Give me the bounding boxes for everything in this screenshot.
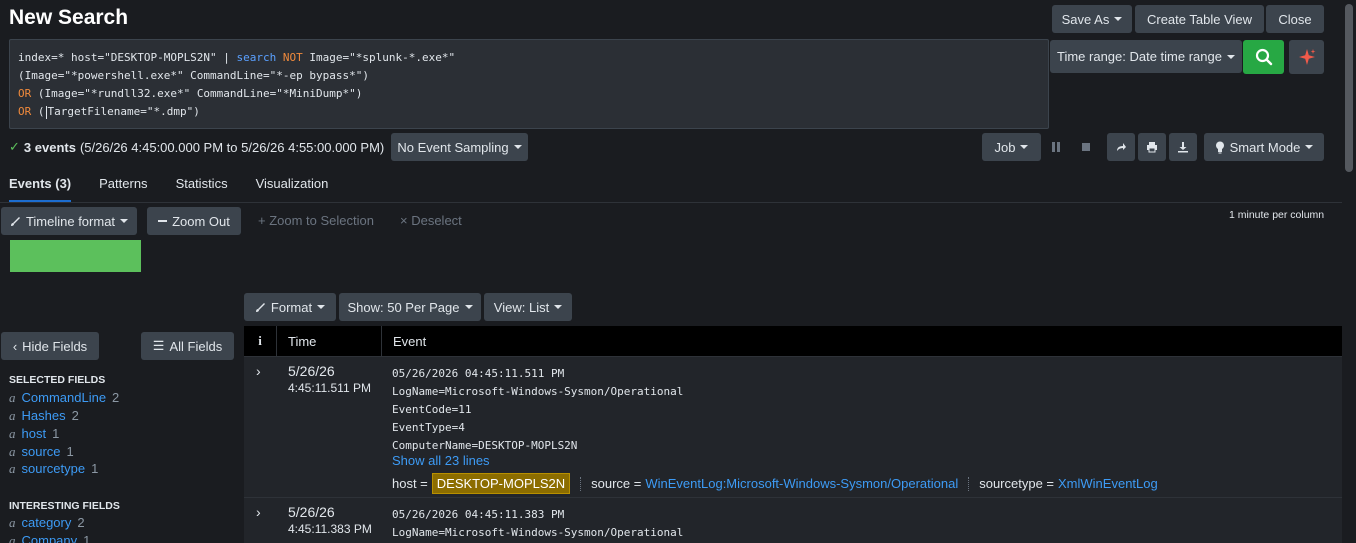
dotted-separator bbox=[968, 476, 970, 491]
search-mode-dropdown[interactable]: Smart Mode bbox=[1204, 133, 1324, 161]
event-sampling-dropdown[interactable]: No Event Sampling bbox=[391, 133, 528, 161]
tab-statistics[interactable]: Statistics bbox=[176, 176, 228, 203]
query-line-3: OR (Image="*rundll32.exe*" CommandLine="… bbox=[18, 87, 363, 100]
save-as-button[interactable]: Save As bbox=[1052, 5, 1132, 33]
dotted-separator bbox=[580, 476, 582, 491]
show-all-lines-link[interactable]: Show all 23 lines bbox=[392, 453, 490, 468]
tab-events[interactable]: Events (3) bbox=[9, 176, 72, 203]
lightbulb-icon bbox=[1215, 141, 1224, 153]
table-header: i Time Event bbox=[244, 326, 1342, 356]
source-value[interactable]: WinEventLog:Microsoft-Windows-Sysmon/Ope… bbox=[645, 476, 958, 491]
column-header-info[interactable]: i bbox=[244, 326, 277, 356]
search-icon bbox=[1255, 48, 1272, 66]
check-icon: ✓ bbox=[9, 139, 20, 154]
format-dropdown[interactable]: Format bbox=[244, 293, 336, 321]
export-button[interactable] bbox=[1169, 133, 1197, 161]
field-item[interactable]: a sourcetype 1 bbox=[9, 461, 98, 477]
caret-down-icon bbox=[1305, 145, 1314, 149]
tab-visualization[interactable]: Visualization bbox=[256, 176, 329, 203]
time-range-picker[interactable]: Time range: Date time range bbox=[1050, 40, 1242, 73]
list-icon: ☰ bbox=[152, 338, 165, 353]
event-raw: 05/26/2026 04:45:11.511 PM LogName=Micro… bbox=[392, 367, 684, 452]
all-fields-button[interactable]: ☰ All Fields bbox=[141, 332, 234, 360]
share-icon bbox=[1117, 143, 1126, 151]
field-item[interactable]: a Company 1 bbox=[9, 533, 90, 543]
ai-assistant-button[interactable] bbox=[1289, 40, 1324, 74]
brush-icon bbox=[10, 216, 20, 226]
selected-fields-heading: SELECTED FIELDS bbox=[9, 374, 106, 386]
zoom-to-selection-button[interactable]: + Zoom to Selection bbox=[258, 213, 374, 228]
results-tabs: Events (3) Patterns Statistics Visualiza… bbox=[9, 176, 328, 203]
text-cursor bbox=[45, 105, 47, 119]
page-title: New Search bbox=[9, 6, 129, 29]
event-raw: 05/26/2026 04:45:11.383 PM LogName=Micro… bbox=[392, 508, 684, 539]
zoom-out-button[interactable]: Zoom Out bbox=[147, 207, 241, 235]
interesting-fields-heading: INTERESTING FIELDS bbox=[9, 500, 120, 512]
event-time: 5/26/26 4:45:11.383 PM bbox=[288, 504, 372, 536]
minus-icon bbox=[158, 220, 168, 222]
stop-icon[interactable] bbox=[1082, 143, 1090, 151]
events-table: i Time Event › 5/26/26 4:45:11.511 PM 05… bbox=[244, 326, 1342, 543]
caret-down-icon bbox=[1226, 54, 1235, 59]
result-status: ✓ 3 events (5/26/26 4:45:00.000 PM to 5/… bbox=[9, 139, 385, 155]
vertical-scrollbar[interactable] bbox=[1342, 0, 1356, 543]
event-fields: host = DESKTOP-MOPLS2N source = WinEvent… bbox=[392, 473, 1158, 494]
table-row: › 5/26/26 4:45:11.383 PM 05/26/2026 04:4… bbox=[244, 497, 1342, 543]
pause-icon[interactable] bbox=[1052, 142, 1060, 152]
download-icon bbox=[1178, 142, 1188, 153]
caret-down-icon bbox=[317, 305, 326, 309]
create-table-view-button[interactable]: Create Table View bbox=[1135, 5, 1264, 33]
view-dropdown[interactable]: View: List bbox=[484, 293, 572, 321]
tab-patterns[interactable]: Patterns bbox=[99, 176, 147, 203]
share-button[interactable] bbox=[1107, 133, 1135, 161]
brush-icon bbox=[255, 302, 265, 312]
divider bbox=[0, 202, 1342, 203]
field-item[interactable]: a CommandLine 2 bbox=[9, 390, 119, 406]
event-time: 5/26/26 4:45:11.511 PM bbox=[288, 363, 371, 395]
caret-down-icon bbox=[120, 219, 129, 223]
field-item[interactable]: a source 1 bbox=[9, 444, 74, 460]
print-icon bbox=[1147, 142, 1157, 153]
timeline-format-dropdown[interactable]: Timeline format bbox=[1, 207, 137, 235]
caret-down-icon bbox=[554, 305, 563, 309]
field-item[interactable]: a host 1 bbox=[9, 426, 59, 442]
query-line-4: OR (TargetFilename="*.dmp") bbox=[18, 105, 200, 119]
search-query-editor[interactable]: index=* host="DESKTOP-MOPLS2N" | search … bbox=[9, 39, 1049, 129]
timeline-bar[interactable] bbox=[10, 240, 141, 272]
deselect-button[interactable]: × Deselect bbox=[400, 213, 462, 228]
timeline-scale-label: 1 minute per column bbox=[1229, 209, 1325, 221]
field-item[interactable]: a Hashes 2 bbox=[9, 408, 79, 424]
page-size-dropdown[interactable]: Show: 50 Per Page bbox=[339, 293, 481, 321]
caret-down-icon bbox=[1114, 17, 1123, 21]
column-header-time[interactable]: Time bbox=[277, 326, 382, 356]
highlighted-host-value[interactable]: DESKTOP-MOPLS2N bbox=[431, 473, 571, 494]
column-header-event[interactable]: Event bbox=[382, 326, 1342, 356]
close-button[interactable]: Close bbox=[1266, 5, 1324, 33]
caret-down-icon bbox=[1020, 145, 1029, 149]
chevron-right-icon[interactable]: › bbox=[256, 504, 261, 520]
chevron-right-icon[interactable]: › bbox=[256, 363, 261, 379]
sparkle-icon bbox=[1298, 49, 1315, 65]
print-button[interactable] bbox=[1138, 133, 1166, 161]
query-line-2: (Image="*powershell.exe*" CommandLine="*… bbox=[18, 69, 369, 82]
search-button[interactable] bbox=[1243, 40, 1284, 74]
caret-down-icon bbox=[513, 145, 522, 149]
scrollbar-thumb[interactable] bbox=[1345, 4, 1353, 172]
caret-down-icon bbox=[464, 305, 473, 309]
sourcetype-value[interactable]: XmlWinEventLog bbox=[1058, 476, 1158, 491]
query-line-1: index=* host="DESKTOP-MOPLS2N" | search … bbox=[18, 51, 456, 64]
table-row: › 5/26/26 4:45:11.511 PM 05/26/2026 04:4… bbox=[244, 356, 1342, 497]
field-item[interactable]: a category 2 bbox=[9, 515, 85, 531]
chevron-left-icon: ‹ bbox=[12, 338, 18, 354]
hide-fields-button[interactable]: ‹ Hide Fields bbox=[1, 332, 99, 360]
job-dropdown[interactable]: Job bbox=[982, 133, 1041, 161]
